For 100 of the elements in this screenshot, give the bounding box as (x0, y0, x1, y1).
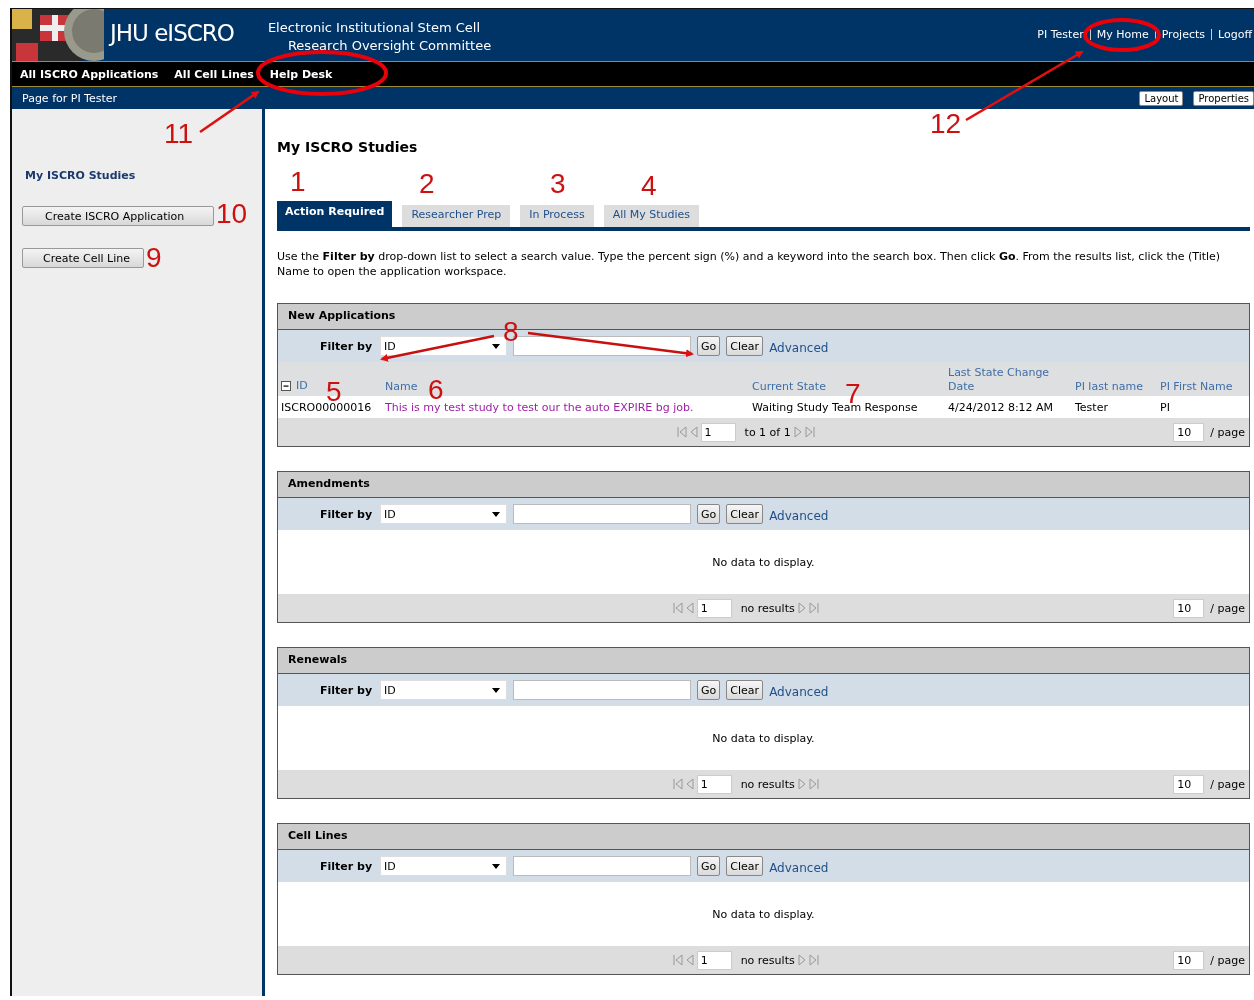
filter-label: Filter by (320, 507, 373, 521)
app-subtitle: Electronic Institutional Stem Cell (267, 19, 482, 37)
nav-link[interactable]: Help Desk (269, 67, 333, 81)
per-page-label: / page (1210, 777, 1245, 791)
page-label: Page for PI Tester (22, 91, 118, 105)
next-page-icon[interactable] (793, 426, 802, 438)
section-header: Amendments (278, 471, 1249, 498)
instructions-text: Use the Filter by drop-down list to select a search value. Type the percent sign (%) and a keyword into the search box. Then click Go. From the results list, click the (Title) Name to open the application workspace. (277, 249, 1222, 279)
page-summary: no results (740, 953, 795, 967)
filter-button[interactable]: Clear (726, 680, 764, 700)
per-page-label: / page (1210, 953, 1245, 967)
next-page-icon[interactable] (797, 954, 806, 966)
first-page-icon[interactable] (672, 778, 683, 790)
advanced-link[interactable]: Advanced (769, 341, 829, 355)
filter-button[interactable]: Go (697, 504, 721, 524)
page-number-field[interactable]: 1 (696, 774, 732, 794)
filter-dropdown[interactable]: ID (380, 680, 508, 700)
column-header[interactable]: ID (296, 379, 308, 393)
last-page-icon[interactable] (804, 426, 815, 438)
search-field[interactable] (513, 856, 692, 876)
page-button[interactable]: Layout (1139, 90, 1184, 106)
tab[interactable]: Researcher Prep (402, 205, 511, 227)
page-number-field[interactable]: 1 (700, 422, 736, 442)
table-cell: 4/24/2012 8:12 AM (948, 400, 1054, 414)
create-button[interactable]: Create Cell Line (22, 248, 144, 268)
create-button[interactable]: Create ISCRO Application (22, 206, 214, 226)
section-header: Cell Lines (278, 823, 1249, 850)
filter-button[interactable]: Clear (726, 336, 764, 356)
filter-button[interactable]: Go (697, 336, 721, 356)
empty-message: No data to display. (712, 555, 815, 569)
search-field[interactable] (513, 504, 692, 524)
previous-page-icon[interactable] (689, 426, 698, 438)
empty-message: No data to display. (712, 907, 815, 921)
annotation-number: 11 (164, 120, 194, 148)
filter-button[interactable]: Go (697, 680, 721, 700)
sidebar-heading: My ISCRO Studies (25, 169, 137, 182)
filter-dropdown[interactable]: ID (380, 504, 508, 524)
page-summary: no results (740, 777, 795, 791)
header-link[interactable]: Logoff (1218, 28, 1252, 41)
page-size-field[interactable]: 10 (1173, 422, 1205, 442)
filter-label: Filter by (320, 339, 373, 353)
filter-dropdown[interactable]: ID (380, 856, 508, 876)
app-title: JHU eISCRO (110, 20, 234, 46)
first-page-icon[interactable] (672, 954, 683, 966)
first-page-icon[interactable] (672, 602, 683, 614)
last-page-icon[interactable] (808, 954, 819, 966)
previous-page-icon[interactable] (685, 778, 694, 790)
last-page-icon[interactable] (808, 778, 819, 790)
caret-icon[interactable] (492, 863, 501, 869)
annotation-number: 10 (216, 200, 248, 228)
filter-button[interactable]: Clear (726, 504, 764, 524)
annotation-number: 2 (419, 170, 435, 198)
caret-icon[interactable] (492, 343, 501, 349)
section-header: Renewals (278, 647, 1249, 674)
table-cell: PI (1160, 400, 1170, 414)
page-title: My ISCRO Studies (277, 139, 419, 155)
previous-page-icon[interactable] (685, 602, 694, 614)
annotation-number: 3 (550, 170, 566, 198)
advanced-link[interactable]: Advanced (769, 861, 829, 875)
app-subtitle: Research Oversight Committee (286, 37, 492, 55)
caret-icon[interactable] (492, 511, 501, 517)
per-page-label: / page (1210, 425, 1245, 439)
filter-button[interactable]: Go (697, 856, 721, 876)
last-page-icon[interactable] (808, 602, 819, 614)
annotation-arrow (199, 90, 260, 134)
header-link[interactable]: PI Tester (1037, 28, 1084, 41)
tab[interactable]: All My Studies (603, 205, 700, 227)
previous-page-icon[interactable] (685, 954, 694, 966)
caret-icon[interactable] (492, 687, 501, 693)
empty-message: No data to display. (712, 731, 815, 745)
first-page-icon[interactable] (676, 426, 687, 438)
page-size-field[interactable]: 10 (1173, 598, 1205, 618)
nav-link[interactable]: All Cell Lines (174, 67, 254, 81)
next-page-icon[interactable] (797, 602, 806, 614)
search-field[interactable] (513, 680, 692, 700)
annotation-number: 1 (290, 168, 306, 196)
column-header[interactable]: Name (385, 380, 418, 394)
collapse-icon[interactable] (281, 381, 291, 391)
page-number-field[interactable]: 1 (696, 950, 732, 970)
header-link[interactable]: My Home (1096, 28, 1149, 41)
annotation-number: 4 (641, 172, 657, 200)
filter-button[interactable]: Clear (726, 856, 764, 876)
table-cell: Tester (1075, 400, 1108, 414)
advanced-link[interactable]: Advanced (769, 685, 829, 699)
page-button[interactable]: Properties (1193, 90, 1254, 106)
nav-link[interactable]: All ISCRO Applications (20, 67, 159, 81)
header-link[interactable]: Projects (1161, 28, 1206, 41)
tab[interactable]: In Process (520, 205, 594, 227)
page-number-field[interactable]: 1 (696, 598, 732, 618)
next-page-icon[interactable] (797, 778, 806, 790)
page-size-field[interactable]: 10 (1173, 774, 1205, 794)
page-summary: to 1 of 1 (744, 425, 791, 439)
advanced-link[interactable]: Advanced (769, 509, 829, 523)
tab[interactable]: Action Required (277, 201, 393, 227)
page-size-field[interactable]: 10 (1173, 950, 1205, 970)
column-header[interactable]: Current State (752, 380, 826, 394)
filter-label: Filter by (320, 683, 373, 697)
annotation-number: 12 (930, 110, 962, 138)
page-summary: no results (740, 601, 795, 615)
per-page-label: / page (1210, 601, 1245, 615)
